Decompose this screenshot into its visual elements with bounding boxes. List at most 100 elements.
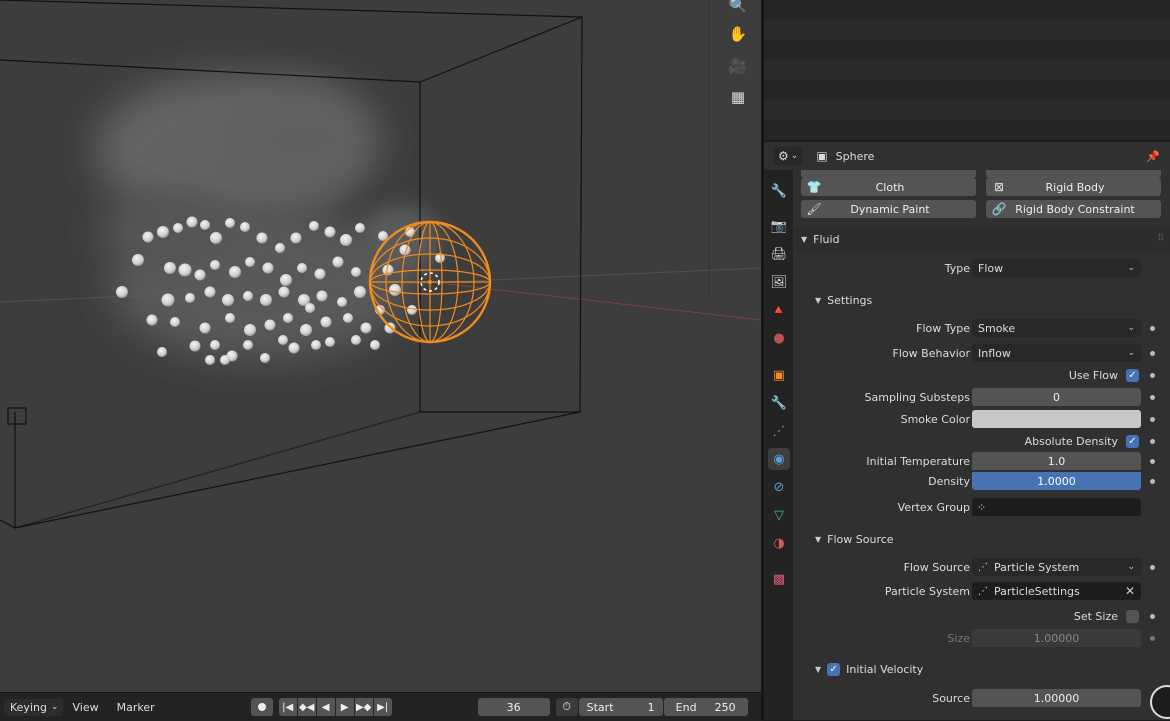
view-menu[interactable]: View bbox=[73, 701, 99, 714]
keying-label: Keying bbox=[10, 700, 47, 714]
type-dropdown[interactable]: Flow ⌄ bbox=[972, 259, 1141, 277]
current-frame-field[interactable]: 36 bbox=[477, 698, 550, 716]
start-frame-field[interactable]: Start 1 bbox=[578, 698, 663, 716]
vertex-group-field[interactable]: ⁘ bbox=[972, 498, 1141, 516]
use-flow-checkbox[interactable]: ✓ bbox=[1126, 369, 1139, 382]
flow-type-row: Flow Type Smoke ⌄ bbox=[793, 318, 1170, 340]
source-label: Source bbox=[932, 692, 970, 705]
outliner-panel[interactable] bbox=[764, 0, 1170, 140]
view-layer-icon[interactable]: 🖼 bbox=[768, 271, 790, 293]
cloth-button[interactable]: 👕 Cloth bbox=[801, 178, 976, 196]
size-field[interactable]: 1.00000 bbox=[972, 629, 1141, 647]
stopwatch-icon[interactable]: ⏱ bbox=[555, 698, 578, 716]
sampling-substeps-field[interactable]: 0 bbox=[972, 388, 1141, 406]
jump-end-icon[interactable]: ▶| bbox=[373, 698, 392, 716]
3d-viewport[interactable]: 🔍 ✋ 🎥 ▦ bbox=[0, 0, 761, 692]
hand-pan-icon[interactable]: ✋ bbox=[725, 21, 751, 47]
dynamic-paint-button[interactable]: 🖌 Dynamic Paint bbox=[801, 200, 976, 218]
sampling-substeps-label: Sampling Substeps bbox=[864, 391, 970, 404]
brush-icon: 🖌 bbox=[806, 202, 822, 216]
viewport-scene bbox=[0, 0, 761, 529]
physics-icon[interactable]: ◉ bbox=[768, 448, 790, 470]
marker-menu[interactable]: Marker bbox=[117, 701, 155, 714]
density-field[interactable]: 1.0000 bbox=[972, 472, 1141, 490]
settings-subpanel-header[interactable]: ▼ Settings bbox=[793, 288, 1170, 312]
keyframe-dot-icon[interactable] bbox=[1150, 479, 1155, 484]
playback-controls: |◀ ◆◀ ◀ ▶ ▶◆ ▶| bbox=[278, 698, 392, 716]
modifier-icon[interactable]: 🔧 bbox=[768, 392, 790, 414]
record-button[interactable] bbox=[250, 698, 273, 716]
keyframe-dot-icon[interactable] bbox=[1150, 417, 1155, 422]
clipped-physics-button[interactable] bbox=[801, 170, 976, 178]
clear-x-icon[interactable]: ✕ bbox=[1125, 584, 1135, 598]
type-value: Flow bbox=[978, 261, 1004, 275]
keyframe-dot-icon[interactable] bbox=[1150, 614, 1155, 619]
source-field[interactable]: 1.00000 bbox=[972, 689, 1141, 707]
clipped-physics-button[interactable] bbox=[986, 170, 1161, 178]
chevron-down-icon: ⌄ bbox=[1127, 562, 1135, 572]
material-icon[interactable]: ◑ bbox=[768, 532, 790, 554]
scene-icon[interactable]: 🔺 bbox=[768, 299, 790, 321]
camera-icon[interactable]: 🎥 bbox=[725, 53, 751, 79]
set-size-checkbox[interactable] bbox=[1126, 610, 1139, 623]
initial-temperature-label: Initial Temperature bbox=[866, 455, 970, 468]
expand-triangle-icon: ▼ bbox=[815, 534, 822, 544]
world-icon[interactable]: ● bbox=[768, 327, 790, 349]
rigid-body-button[interactable]: ⊠ Rigid Body bbox=[986, 178, 1161, 196]
initial-velocity-subpanel-header[interactable]: ▼ ✓ Initial Velocity bbox=[793, 657, 1170, 681]
smoke-color-swatch[interactable] bbox=[972, 410, 1141, 428]
particles-icon[interactable]: ⋰ bbox=[768, 420, 790, 442]
constraint-icon: 🔗 bbox=[991, 202, 1007, 216]
keyframe-dot-icon[interactable] bbox=[1150, 351, 1155, 356]
dynamic-paint-label: Dynamic Paint bbox=[850, 202, 930, 216]
grid-perspective-icon[interactable]: ▦ bbox=[725, 84, 751, 110]
keyframe-dot-icon[interactable] bbox=[1150, 439, 1155, 444]
jump-start-icon[interactable]: |◀ bbox=[278, 698, 297, 716]
next-keyframe-icon[interactable]: ▶◆ bbox=[354, 698, 373, 716]
keyframe-dot-icon[interactable] bbox=[1150, 373, 1155, 378]
editor-type-icon: ⚙ bbox=[778, 149, 789, 163]
fluid-panel-header[interactable]: ▼ Fluid ⠿ bbox=[793, 227, 1170, 251]
keyframe-dot-icon[interactable] bbox=[1150, 395, 1155, 400]
pin-icon[interactable]: 📌 bbox=[1146, 150, 1160, 163]
flow-source-dropdown[interactable]: ⋰ Particle System ⌄ bbox=[972, 558, 1141, 576]
density-label: Density bbox=[928, 475, 970, 488]
end-frame-field[interactable]: End 250 bbox=[663, 698, 748, 716]
use-flow-row: Use Flow ✓ bbox=[793, 365, 1170, 387]
initial-velocity-checkbox[interactable]: ✓ bbox=[827, 662, 841, 676]
drag-handle-icon[interactable]: ⠿ bbox=[1157, 234, 1164, 244]
fluid-panel-title: Fluid bbox=[813, 232, 840, 246]
keyframe-dot-icon[interactable] bbox=[1150, 326, 1155, 331]
flow-source-subpanel-header[interactable]: ▼ Flow Source bbox=[793, 527, 1170, 551]
constraints-icon[interactable]: ⊘ bbox=[768, 476, 790, 498]
vertex-group-label: Vertex Group bbox=[897, 501, 970, 514]
editor-type-dropdown[interactable]: ⚙ ⌄ bbox=[774, 147, 803, 165]
rigid-body-constraint-button[interactable]: 🔗 Rigid Body Constraint bbox=[986, 200, 1161, 218]
keyframe-dot-icon[interactable] bbox=[1150, 636, 1155, 641]
keying-dropdown[interactable]: Keying ⌄ bbox=[4, 698, 63, 716]
navigation-gizmo-icon[interactable] bbox=[1150, 685, 1170, 719]
settings-title: Settings bbox=[827, 293, 873, 307]
play-reverse-icon[interactable]: ◀ bbox=[316, 698, 335, 716]
prev-keyframe-icon[interactable]: ◆◀ bbox=[297, 698, 316, 716]
render-icon[interactable]: 📷 bbox=[768, 215, 790, 237]
flow-type-dropdown[interactable]: Smoke ⌄ bbox=[972, 319, 1141, 337]
expand-triangle-icon: ▼ bbox=[815, 295, 822, 305]
mesh-data-icon[interactable]: ▽ bbox=[768, 504, 790, 526]
flow-behavior-dropdown[interactable]: Inflow ⌄ bbox=[972, 344, 1141, 362]
object-properties-icon[interactable]: ▣ bbox=[768, 364, 790, 386]
density-row: Density 1.0000 bbox=[793, 471, 1170, 493]
initial-temperature-field[interactable]: 1.0 bbox=[972, 452, 1141, 470]
initial-velocity-title: Initial Velocity bbox=[846, 662, 924, 676]
play-icon[interactable]: ▶ bbox=[335, 698, 354, 716]
flow-source-value: Particle System bbox=[994, 560, 1080, 574]
keyframe-dot-icon[interactable] bbox=[1150, 459, 1155, 464]
texture-icon[interactable]: ▩ bbox=[768, 568, 790, 590]
smoke-color-row: Smoke Color bbox=[793, 409, 1170, 431]
absolute-density-checkbox[interactable]: ✓ bbox=[1126, 435, 1139, 448]
output-icon[interactable]: 🖨 bbox=[768, 243, 790, 265]
particle-system-field[interactable]: ⋰ ParticleSettings ✕ bbox=[972, 582, 1141, 600]
keyframe-dot-icon[interactable] bbox=[1150, 565, 1155, 570]
cloth-icon: 👕 bbox=[806, 180, 822, 194]
tool-icon[interactable]: 🔧 bbox=[768, 180, 790, 202]
